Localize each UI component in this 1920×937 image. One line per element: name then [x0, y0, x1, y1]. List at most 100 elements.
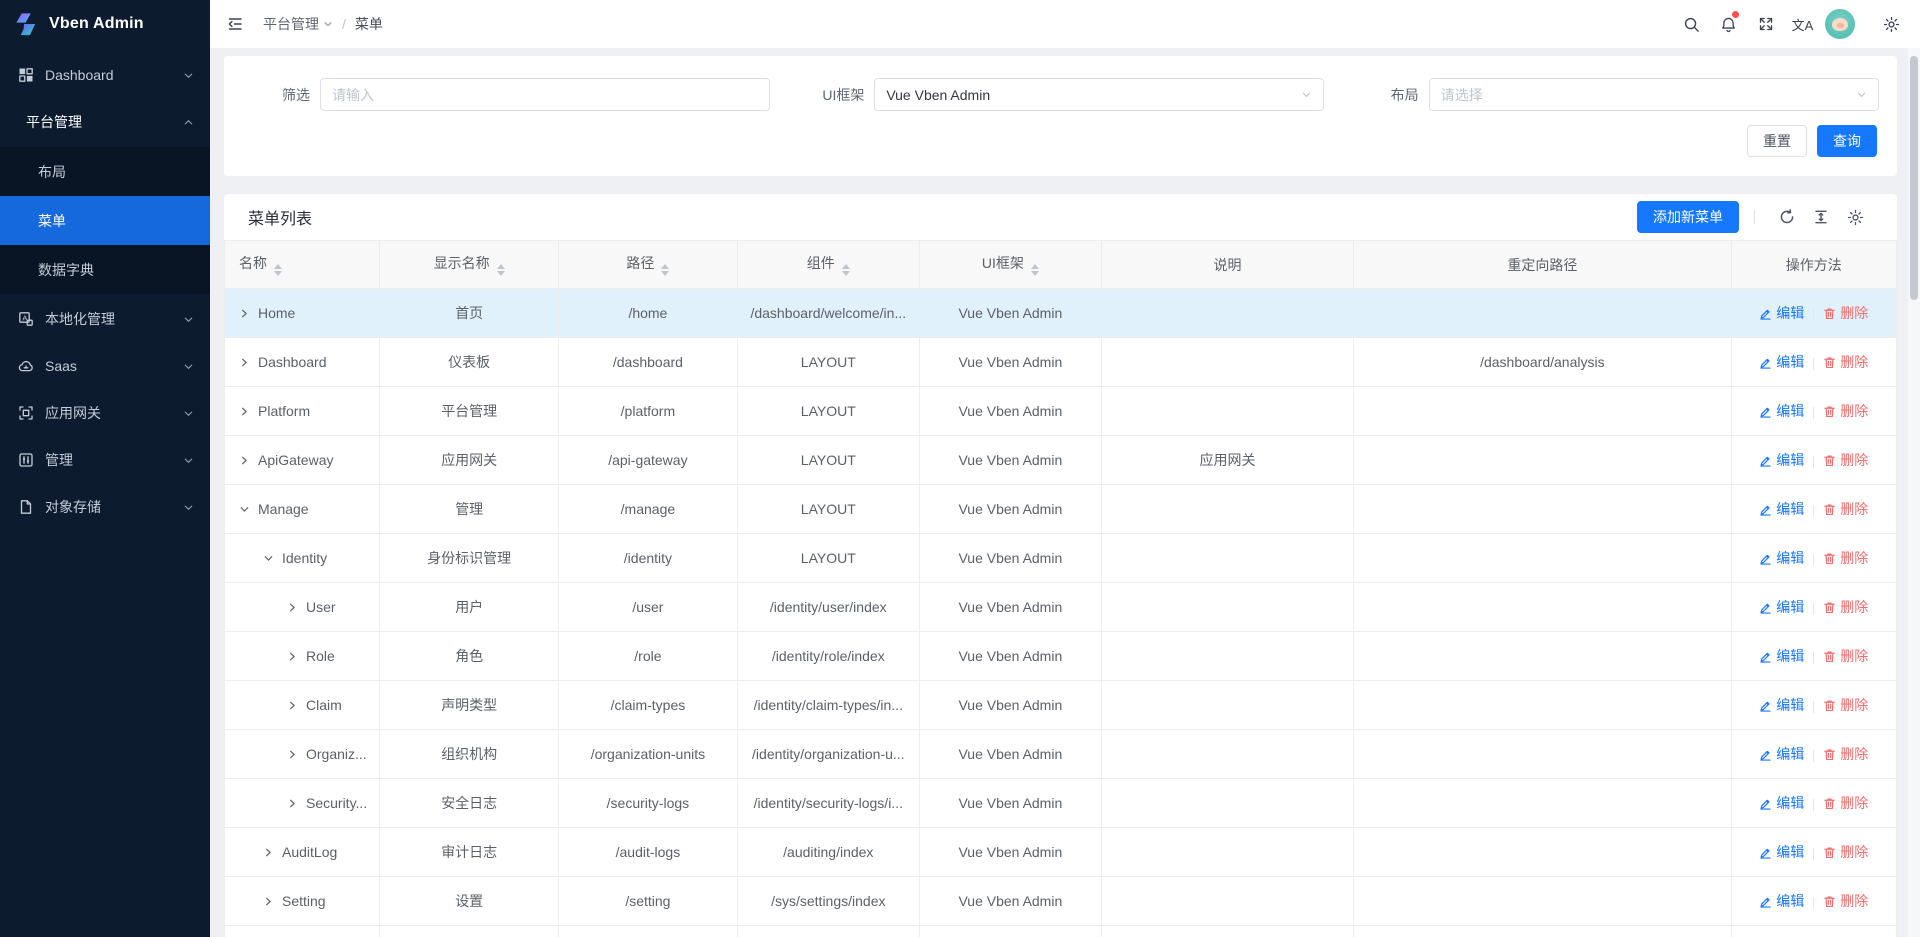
edit-button[interactable]: 编辑 — [1759, 695, 1804, 715]
notification-bell-icon[interactable] — [1710, 6, 1747, 42]
table-row-setting[interactable]: Setting设置/setting/sys/settings/indexVue … — [225, 877, 1897, 926]
cell-name: User — [225, 583, 380, 632]
sidebar-item-localization[interactable]: A本地化管理 — [0, 297, 210, 341]
sort-icon[interactable] — [842, 264, 850, 276]
edit-button[interactable]: 编辑 — [1759, 450, 1804, 470]
ui-framework-select[interactable]: Vue Vben Admin — [874, 78, 1324, 111]
collapse-arrow-icon[interactable] — [263, 553, 274, 564]
logo[interactable]: Vben Admin — [0, 0, 210, 48]
edit-button[interactable]: 编辑 — [1759, 548, 1804, 568]
reset-button[interactable]: 重置 — [1747, 125, 1807, 157]
delete-button[interactable]: 删除 — [1823, 646, 1868, 666]
search-icon[interactable] — [1673, 6, 1710, 42]
expand-arrow-icon[interactable] — [263, 896, 274, 907]
sort-icon[interactable] — [497, 264, 505, 276]
collapse-arrow-icon[interactable] — [239, 504, 250, 515]
edit-button[interactable]: 编辑 — [1759, 352, 1804, 372]
edit-button[interactable]: 编辑 — [1759, 842, 1804, 862]
refresh-icon[interactable] — [1770, 209, 1804, 225]
expand-arrow-icon[interactable] — [287, 749, 298, 760]
delete-button[interactable]: 删除 — [1823, 303, 1868, 323]
delete-icon — [1823, 405, 1836, 418]
table-row-apigateway[interactable]: ApiGateway应用网关/api-gatewayLAYOUTVue Vben… — [225, 436, 1897, 485]
table-row-role[interactable]: Role角色/role/identity/role/indexVue Vben … — [225, 632, 1897, 681]
table-row-organiz[interactable]: Organiz...组织机构/organization-units/identi… — [225, 730, 1897, 779]
translate-icon[interactable]: 文A — [1784, 6, 1821, 42]
cell-name: Manage — [225, 485, 380, 534]
sort-icon[interactable] — [274, 264, 282, 276]
delete-button[interactable]: 删除 — [1823, 891, 1868, 911]
column-header-name[interactable]: 名称 — [225, 241, 380, 289]
expand-arrow-icon[interactable] — [239, 406, 250, 417]
sort-icon[interactable] — [661, 264, 669, 276]
table-row-platform[interactable]: Platform平台管理/platformLAYOUTVue Vben Admi… — [225, 387, 1897, 436]
sidebar-item-saas[interactable]: Saas — [0, 344, 210, 388]
edit-button[interactable]: 编辑 — [1759, 401, 1804, 421]
delete-button[interactable]: 删除 — [1823, 597, 1868, 617]
expand-arrow-icon[interactable] — [287, 651, 298, 662]
delete-button[interactable]: 删除 — [1823, 842, 1868, 862]
expand-arrow-icon[interactable] — [263, 847, 274, 858]
delete-button[interactable]: 删除 — [1823, 744, 1868, 764]
sidebar-item-platform[interactable]: 平台管理 — [0, 100, 210, 144]
table-row-manage[interactable]: Manage管理/manageLAYOUTVue Vben Admin编辑删除 — [225, 485, 1897, 534]
keyword-input-field[interactable] — [332, 87, 758, 103]
menu-fold-icon[interactable] — [226, 15, 244, 33]
sidebar-subitem-layout[interactable]: 布局 — [0, 147, 210, 196]
edit-button[interactable]: 编辑 — [1759, 891, 1804, 911]
filter-card: 筛选UI框架Vue Vben Admin布局请选择 重置 查询 — [224, 56, 1897, 176]
avatar[interactable] — [1825, 9, 1855, 39]
table-row-home[interactable]: Home首页/home/dashboard/welcome/in...Vue V… — [225, 289, 1897, 338]
scrollbar-thumb[interactable] — [1910, 56, 1918, 300]
table-row-dashboard[interactable]: Dashboard仪表板/dashboardLAYOUTVue Vben Adm… — [225, 338, 1897, 387]
expand-arrow-icon[interactable] — [239, 357, 250, 368]
table-settings-icon[interactable] — [1838, 209, 1873, 226]
table-row-claim[interactable]: Claim声明类型/claim-types/identity/claim-typ… — [225, 681, 1897, 730]
settings-icon[interactable] — [1873, 6, 1910, 42]
edit-button[interactable]: 编辑 — [1759, 597, 1804, 617]
table-row-security[interactable]: Security...安全日志/security-logs/identity/s… — [225, 779, 1897, 828]
edit-button[interactable]: 编辑 — [1759, 499, 1804, 519]
column-header-component[interactable]: 组件 — [737, 241, 919, 289]
cell-operations: 编辑删除 — [1731, 485, 1896, 534]
sidebar-item-gateway[interactable]: 应用网关 — [0, 391, 210, 435]
expand-arrow-icon[interactable] — [239, 308, 250, 319]
edit-button[interactable]: 编辑 — [1759, 744, 1804, 764]
delete-button[interactable]: 删除 — [1823, 548, 1868, 568]
cell-operations: 编辑删除 — [1731, 534, 1896, 583]
column-header-path[interactable]: 路径 — [559, 241, 738, 289]
layout-select[interactable]: 请选择 — [1429, 78, 1879, 111]
sidebar-subitem-menu[interactable]: 菜单 — [0, 196, 210, 245]
table-row-identity[interactable]: Identity身份标识管理/identityLAYOUTVue Vben Ad… — [225, 534, 1897, 583]
sidebar-item-storage[interactable]: 对象存储 — [0, 485, 210, 529]
delete-button[interactable]: 删除 — [1823, 695, 1868, 715]
breadcrumb-item-platform[interactable]: 平台管理 — [263, 14, 333, 34]
expand-arrow-icon[interactable] — [287, 700, 298, 711]
sort-icon[interactable] — [1031, 264, 1039, 276]
add-menu-button[interactable]: 添加新菜单 — [1637, 201, 1739, 233]
column-header-framework[interactable]: UI框架 — [919, 241, 1101, 289]
column-header-display_name[interactable]: 显示名称 — [380, 241, 559, 289]
edit-button[interactable]: 编辑 — [1759, 793, 1804, 813]
keyword-input[interactable] — [320, 78, 770, 111]
sidebar-item-manage[interactable]: 管理 — [0, 438, 210, 482]
delete-button[interactable]: 删除 — [1823, 499, 1868, 519]
sidebar-item-label: Saas — [45, 358, 183, 374]
expand-arrow-icon[interactable] — [287, 602, 298, 613]
delete-button[interactable]: 删除 — [1823, 352, 1868, 372]
edit-button[interactable]: 编辑 — [1759, 303, 1804, 323]
query-button[interactable]: 查询 — [1817, 125, 1877, 157]
vertical-scrollbar[interactable] — [1908, 48, 1920, 937]
row-height-icon[interactable] — [1804, 209, 1838, 225]
expand-arrow-icon[interactable] — [287, 798, 298, 809]
edit-button[interactable]: 编辑 — [1759, 646, 1804, 666]
delete-button[interactable]: 删除 — [1823, 401, 1868, 421]
delete-button[interactable]: 删除 — [1823, 793, 1868, 813]
fullscreen-icon[interactable] — [1747, 6, 1784, 42]
sidebar-item-dashboard[interactable]: Dashboard — [0, 53, 210, 97]
table-row-user[interactable]: User用户/user/identity/user/indexVue Vben … — [225, 583, 1897, 632]
expand-arrow-icon[interactable] — [239, 455, 250, 466]
sidebar-subitem-dictionary[interactable]: 数据字典 — [0, 245, 210, 294]
table-row-auditlog[interactable]: AuditLog审计日志/audit-logs/auditing/indexVu… — [225, 828, 1897, 877]
delete-button[interactable]: 删除 — [1823, 450, 1868, 470]
